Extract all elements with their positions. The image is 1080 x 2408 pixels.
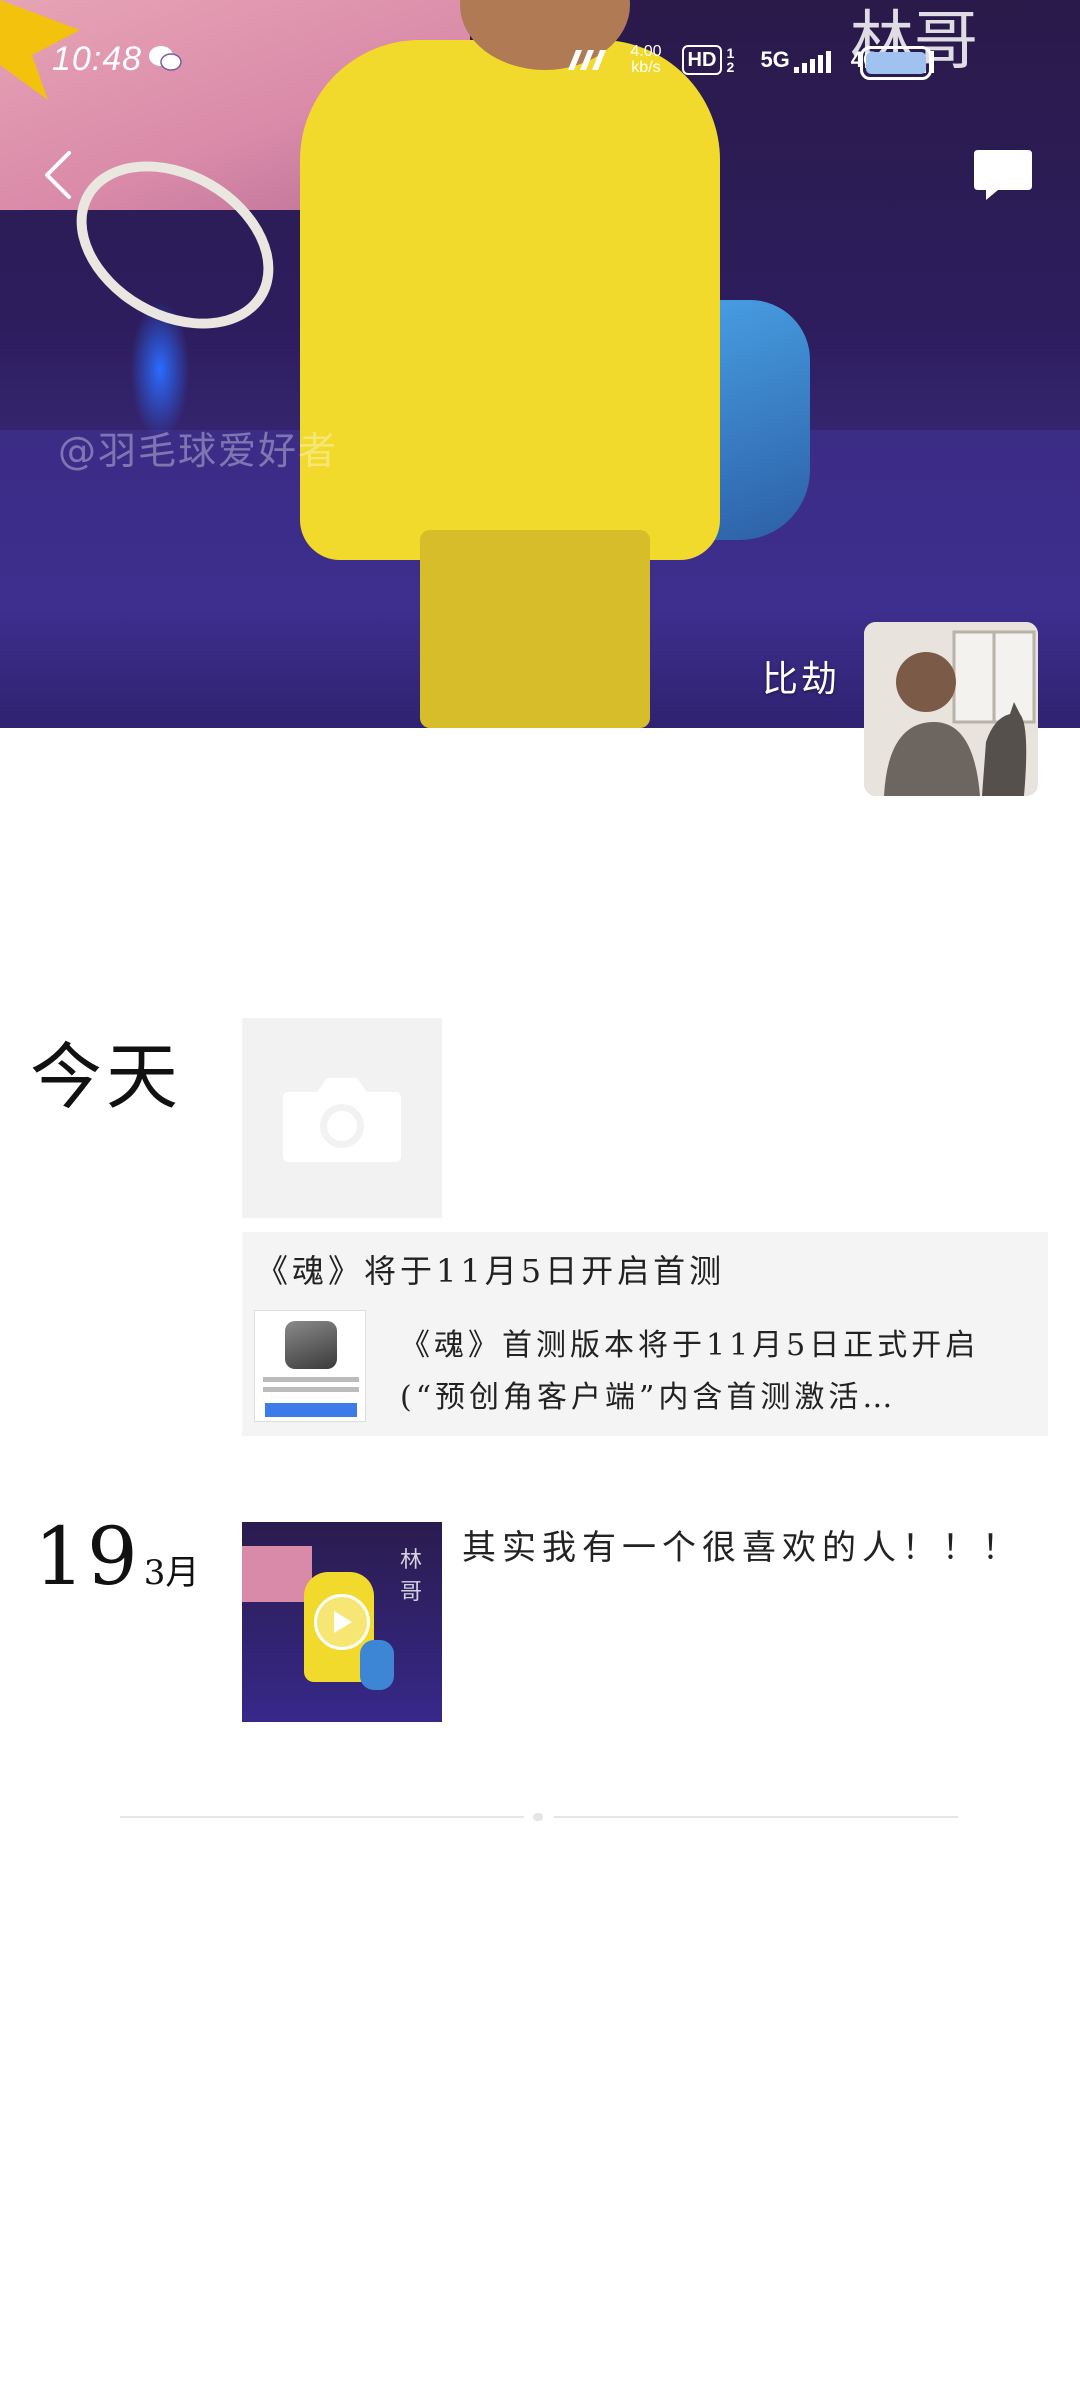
hd-badge: HD — [681, 45, 723, 75]
thumb-button — [265, 1403, 357, 1417]
net-speed-unit: kb/s — [631, 59, 661, 76]
date-today: 今天 — [30, 1035, 183, 1119]
wechat-icon — [149, 46, 182, 71]
hd-sub: 1 2 — [726, 45, 735, 75]
cover-player-shorts — [420, 530, 650, 728]
thumb-text: 林哥 — [400, 1548, 423, 1605]
cover-watermark: @羽毛球爱好者 — [58, 429, 339, 473]
status-bar: 10:48 4.00 kb/s HD 1 2 5G 4G+ — [0, 0, 1080, 120]
status-time: 10:48 — [52, 40, 143, 78]
play-icon — [334, 1611, 352, 1633]
back-button[interactable] — [30, 140, 86, 210]
signal-5g-label: 5G — [760, 47, 790, 72]
thumb-line — [263, 1387, 359, 1392]
avatar[interactable] — [864, 622, 1038, 796]
vpn-icon — [568, 50, 607, 70]
add-photo-button[interactable] — [242, 1018, 442, 1218]
play-button[interactable] — [314, 1594, 370, 1650]
share-title: 《魂》将于11月5日开启首测 — [256, 1252, 726, 1290]
profile-nickname[interactable]: 比劫 — [762, 650, 840, 702]
signal-5g: 5G — [760, 47, 831, 73]
battery-fill — [866, 52, 926, 74]
thumb-banner — [242, 1546, 312, 1602]
game-logo-icon — [285, 1321, 337, 1369]
share-thumbnail — [254, 1310, 366, 1422]
thumb-line — [263, 1377, 359, 1382]
post-text[interactable]: 其实我有一个很喜欢的人！！！ — [462, 1520, 1022, 1569]
hd-label: HD — [687, 49, 717, 71]
share-description: 《魂》首测版本将于11月5日正式开启(“预创角客户端”内含首测激活… — [400, 1328, 980, 1415]
date-month: 3月 — [143, 1553, 200, 1593]
battery-icon — [860, 46, 932, 80]
avatar-image — [864, 622, 1038, 796]
camera-icon — [283, 1078, 401, 1162]
chevron-left-icon — [45, 151, 71, 199]
thumb-bag — [360, 1640, 394, 1690]
date-day: 19 — [34, 1510, 140, 1603]
comment-icon[interactable] — [972, 146, 1034, 206]
net-speed: 4.00 kb/s — [630, 44, 661, 76]
signal-icon — [793, 51, 831, 73]
net-speed-value: 4.00 — [630, 43, 662, 60]
divider-dot — [533, 1813, 543, 1821]
divider-line-left — [120, 1816, 524, 1818]
share-card[interactable]: 《魂》将于11月5日开启首测 《魂》首测版本将于11月5日正式开启(“预创角客户… — [242, 1232, 1048, 1436]
divider-line-right — [554, 1816, 958, 1818]
video-thumbnail[interactable]: 林哥 — [242, 1522, 442, 1722]
date-past: 19 3月 — [34, 1510, 199, 1603]
end-divider — [120, 1810, 958, 1824]
